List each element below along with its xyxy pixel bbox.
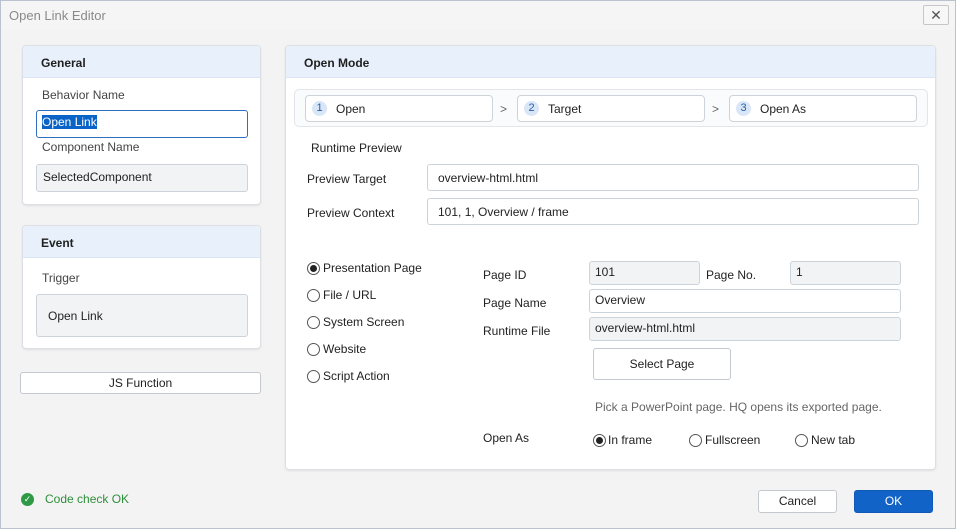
preview-context-field[interactable]: 101, 1, Overview / frame [427,198,919,225]
check-circle-icon: ✓ [21,493,34,506]
general-panel: General Behavior Name Open Link Componen… [22,45,261,205]
trigger-value: Open Link [48,309,103,323]
window-title: Open Link Editor [9,8,106,23]
runtime-file-label: Runtime File [483,324,551,338]
step-number-1: 1 [312,101,327,116]
step-open[interactable]: 1 Open [305,95,493,122]
option-label: Presentation Page [323,261,422,275]
preview-target-label: Preview Target [307,172,387,186]
status-text: Code check OK [45,492,130,506]
radio-new-tab[interactable] [795,434,808,447]
chevron-right-icon: > [712,102,720,116]
option-label: Script Action [323,369,390,383]
runtime-file-field[interactable]: overview-html.html [589,317,901,341]
step-label-open-as: Open As [760,102,807,116]
page-no-field[interactable]: 1 [790,261,901,285]
page-id-field[interactable]: 101 [589,261,700,285]
close-icon: ✕ [930,7,942,23]
general-header: General [23,46,260,78]
preview-target-field[interactable]: overview-html.html [427,164,919,191]
open-link-editor-window: Open Link Editor ✕ General Behavior Name… [0,0,956,529]
page-no-label: Page No. [706,268,757,282]
trigger-label: Trigger [42,271,80,285]
open-as-option-label: New tab [811,433,856,447]
step-number-3: 3 [736,101,751,116]
step-number-2: 2 [524,101,539,116]
trigger-field[interactable]: Open Link [36,294,248,337]
title-bar: Open Link Editor ✕ [1,1,955,30]
page-name-label: Page Name [483,296,547,310]
radio-presentation-page[interactable] [307,262,320,275]
behavior-name-input[interactable]: Open Link [36,110,248,138]
open-mode-panel: Open Mode 1 Open > 2 Target > 3 Open As … [285,45,936,470]
component-name-field[interactable]: SelectedComponent [36,164,248,192]
ok-button[interactable]: OK [854,490,933,513]
page-name-field[interactable]: Overview [589,289,901,313]
radio-in-frame[interactable] [593,434,606,447]
open-mode-header: Open Mode [286,46,935,78]
radio-fullscreen[interactable] [689,434,702,447]
select-page-hint: Pick a PowerPoint page. HQ opens its exp… [595,400,882,414]
radio-script-action[interactable] [307,370,320,383]
option-label: System Screen [323,315,405,329]
behavior-name-label: Behavior Name [42,88,125,102]
option-label: File / URL [323,288,377,302]
option-label: Website [323,342,367,356]
behavior-name-value: Open Link [42,115,97,129]
open-as-option-label: In frame [608,433,653,447]
radio-website[interactable] [307,343,320,356]
radio-file-url[interactable] [307,289,320,302]
page-id-label: Page ID [483,268,527,282]
step-label-open: Open [336,102,366,116]
js-function-button[interactable]: JS Function [20,372,261,394]
event-panel: Event Trigger Open Link [22,225,261,349]
runtime-preview-label: Runtime Preview [311,141,402,155]
chevron-right-icon: > [500,102,508,116]
open-as-option-label: Fullscreen [705,433,761,447]
open-as-label: Open As [483,431,530,445]
dialog-body: General Behavior Name Open Link Componen… [2,31,955,528]
select-page-button[interactable]: Select Page [593,348,731,380]
radio-system-screen[interactable] [307,316,320,329]
component-name-label: Component Name [42,140,140,154]
close-button[interactable]: ✕ [923,5,949,25]
step-open-as[interactable]: 3 Open As [729,95,917,122]
cancel-button[interactable]: Cancel [758,490,837,513]
event-header: Event [23,226,260,258]
step-label-target: Target [548,102,582,116]
step-target[interactable]: 2 Target [517,95,705,122]
preview-context-label: Preview Context [307,206,395,220]
